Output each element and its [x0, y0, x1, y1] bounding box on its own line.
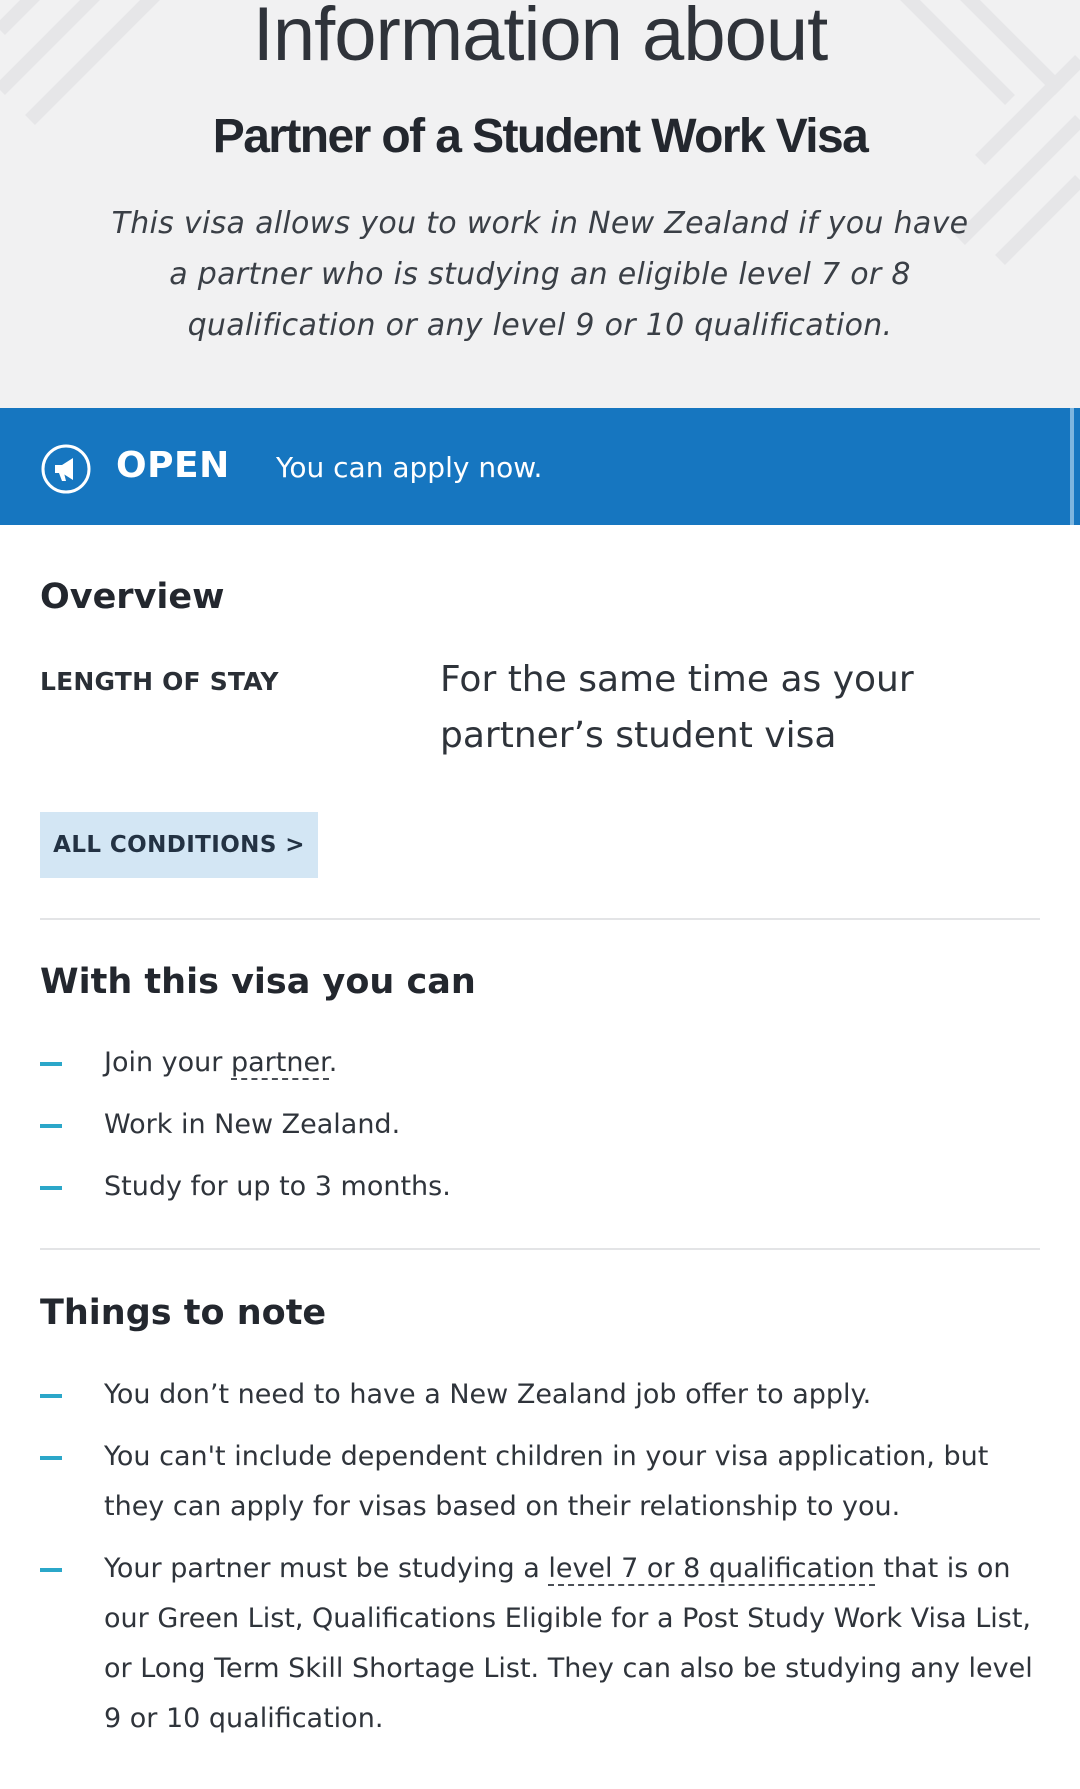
status-message: You can apply now.	[276, 451, 543, 484]
status-label: OPEN	[116, 445, 230, 486]
qualification-link[interactable]: level 7 or 8 qualification	[548, 1553, 875, 1586]
list-item-text: Your partner must be studying a	[104, 1553, 549, 1584]
list-item-text: .	[328, 1047, 338, 1078]
dash-icon	[40, 1062, 62, 1066]
list-item: Join your partner.	[40, 1038, 1040, 1088]
list-item: Study for up to 3 months.	[40, 1162, 1040, 1212]
all-conditions-button[interactable]: ALL CONDITIONS >	[40, 812, 318, 878]
dash-icon	[40, 1124, 62, 1128]
banner-edge	[1070, 408, 1074, 525]
dash-icon	[40, 1186, 62, 1190]
list-item-text: Study for up to 3 months.	[104, 1171, 451, 1202]
list-item: You don’t need to have a New Zealand job…	[40, 1370, 1040, 1420]
hero-pretitle: Information about	[252, 0, 829, 77]
can-heading: With this visa you can	[40, 962, 476, 1002]
dash-icon	[40, 1456, 62, 1460]
list-item-text: You can't include dependent children in …	[104, 1441, 989, 1522]
list-item: Your partner must be studying a level 7 …	[40, 1544, 1040, 1744]
list-item-text: Join your	[104, 1047, 231, 1078]
notes-list: You don’t need to have a New Zealand job…	[40, 1370, 1040, 1756]
length-of-stay-label: LENGTH OF STAY	[40, 667, 279, 696]
list-item-text: You don’t need to have a New Zealand job…	[104, 1379, 872, 1410]
list-item: You can't include dependent children in …	[40, 1432, 1040, 1532]
can-list: Join your partner. Work in New Zealand. …	[40, 1038, 1040, 1224]
divider	[40, 918, 1040, 920]
notes-heading: Things to note	[40, 1293, 327, 1333]
dash-icon	[40, 1394, 62, 1398]
length-of-stay-value: For the same time as your partner’s stud…	[440, 659, 914, 756]
list-item: Work in New Zealand.	[40, 1100, 1040, 1150]
status-banner: OPEN You can apply now.	[0, 408, 1080, 525]
hero-description: This visa allows you to work in New Zeal…	[111, 206, 969, 343]
divider	[40, 1248, 1040, 1250]
page-title: Partner of a Student Work Visa	[212, 110, 869, 163]
hero-section: Information about Partner of a Student W…	[0, 0, 1080, 408]
overview-heading: Overview	[40, 577, 225, 617]
dash-icon	[40, 1568, 62, 1572]
megaphone-icon	[41, 444, 91, 494]
partner-link[interactable]: partner	[230, 1047, 329, 1080]
list-item-text: Work in New Zealand.	[104, 1109, 401, 1140]
